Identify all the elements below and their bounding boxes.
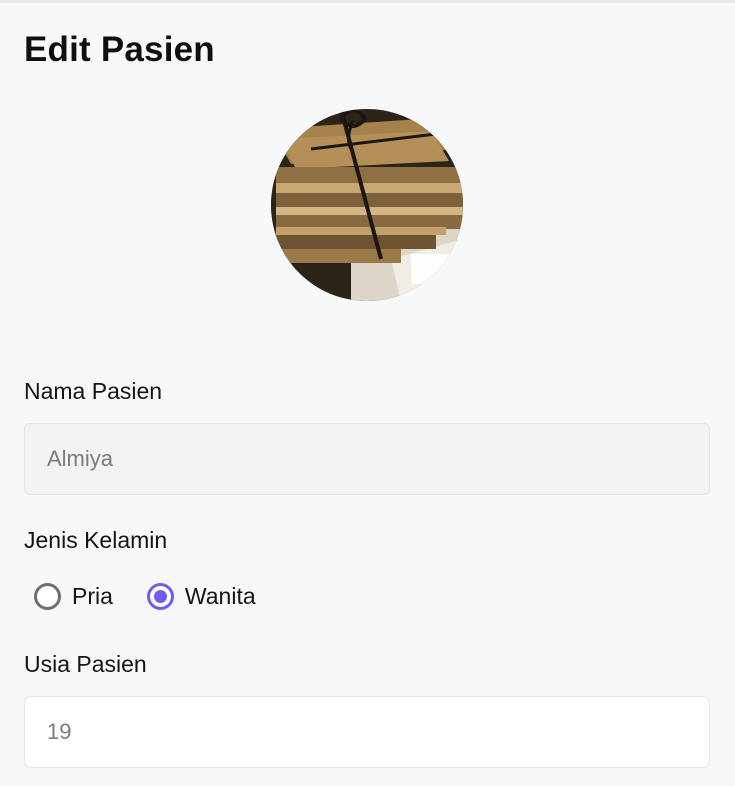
patient-name-label: Nama Pasien	[24, 378, 163, 404]
gender-option-label: Wanita	[184, 582, 256, 609]
top-divider	[0, 0, 735, 3]
gender-option-pria[interactable]: Pria	[34, 582, 113, 610]
patient-age-field[interactable]	[24, 696, 710, 768]
radio-checked-icon[interactable]	[146, 582, 174, 610]
gender-option-wanita[interactable]: Wanita	[146, 582, 256, 610]
gender-label: Jenis Kelamin	[24, 527, 168, 553]
patient-photo-image	[271, 109, 463, 301]
patient-name-field[interactable]	[24, 423, 710, 495]
gender-radio-group: Pria Wanita	[34, 580, 256, 612]
patient-age-label: Usia Pasien	[24, 651, 147, 677]
page-title: Edit Pasien	[24, 30, 215, 69]
gender-option-label: Pria	[72, 582, 113, 609]
patient-avatar[interactable]	[271, 109, 463, 301]
radio-unchecked-icon[interactable]	[34, 582, 61, 610]
